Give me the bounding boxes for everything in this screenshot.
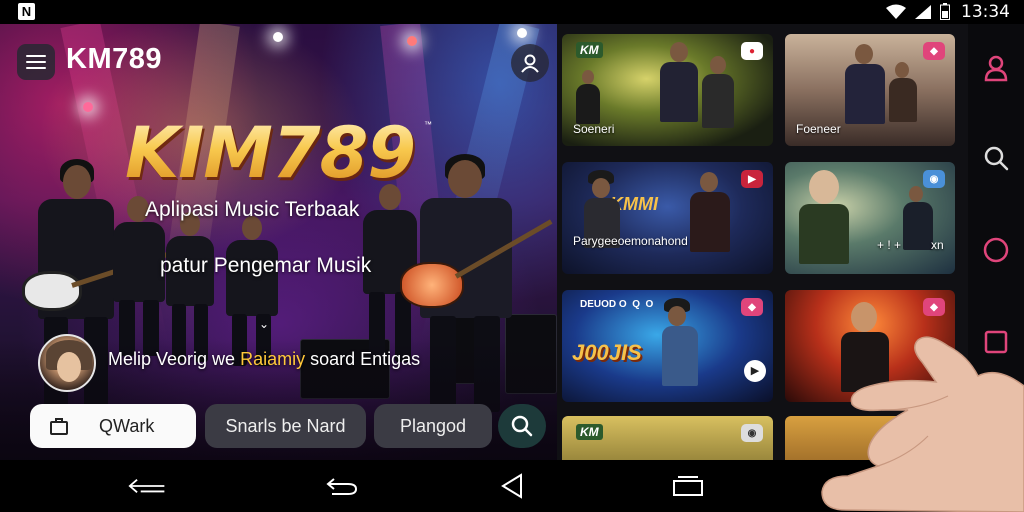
assistant-icon [861,473,883,494]
profile-button[interactable] [511,44,549,82]
card-badge-icon: ◉ [741,424,763,442]
side-nav-rail [968,24,1024,460]
app-title: KM789 [66,43,162,75]
app-screen: N 13:34 KM789 KIM789 ™ Aplipasi Music Te… [0,0,1024,512]
card-badge-icon: ◉ [923,170,945,188]
work-button[interactable]: QWark [30,404,196,448]
wifi-icon [886,4,906,19]
gallery-card[interactable]: ◆ Foeneer [785,34,955,146]
rail-home-button[interactable] [982,236,1010,264]
snarls-button[interactable]: Snarls be Nard [205,404,366,448]
undo-button[interactable] [322,472,362,500]
back-swipe-button[interactable] [128,472,168,500]
hero-tagline: Aplipasi Music Terbaak [145,198,360,221]
gallery-card[interactable]: KM ● Soeneri [562,34,773,146]
play-icon: ▶ [744,360,766,382]
gallery-card[interactable]: ◉ + ! + xn [785,162,955,274]
card-title-text: J00JIS [572,340,642,365]
rail-search-button[interactable] [982,144,1010,172]
user-outline-icon [984,55,1008,82]
status-bar: N 13:34 [0,0,1024,24]
stage-spotlight [407,36,417,46]
stage-spotlight [273,32,283,42]
card-badge-icon: ◆ [923,298,945,316]
assistant-button[interactable] [852,472,892,500]
hero-banner [0,24,557,460]
square-icon [984,330,1008,354]
back-triangle-icon [501,473,522,499]
search-button[interactable] [498,404,546,448]
guitar [22,271,82,311]
circle-icon [983,237,1009,263]
guitar [400,262,464,308]
card-logo-badge: KM [576,42,603,58]
recents-icon [673,476,703,496]
video-gallery: KM ● Soeneri ◆ Foeneer ▶ KMMI Parygeeoem… [557,24,968,460]
search-icon [511,415,533,437]
gallery-card[interactable]: ◉ [785,416,955,460]
system-nav-bar [0,460,1024,512]
recents-button[interactable] [668,472,708,500]
gallery-card[interactable]: ◆ [785,290,955,402]
hamburger-icon [26,55,46,57]
stage-spotlight [83,102,93,112]
work-label: QWark [99,415,155,436]
stage-spotlight [517,28,527,38]
bag-icon [50,418,68,435]
avatar[interactable] [38,334,96,392]
back-button[interactable] [492,472,532,500]
rail-profile-button[interactable] [982,54,1010,82]
battery-icon [940,3,950,20]
search-icon [984,146,1009,171]
status-icons [886,3,950,20]
gallery-card[interactable]: ▶ KMMI Parygeeoemonahond [562,162,773,274]
user-icon [521,54,539,73]
card-badge-icon: ◆ [741,298,763,316]
card-caption: Foeneer [796,122,841,136]
clock: 13:34 [961,2,1010,22]
card-logo-badge: KM [576,424,603,440]
gallery-card[interactable]: KM ◉ [562,416,773,460]
card-badge-icon: ● [741,42,763,60]
card-badge-icon: ◆ [923,42,945,60]
plang-button[interactable]: Plangod [374,404,492,448]
undo-icon [326,478,358,495]
card-caption: Parygeeoemonahond [573,234,688,248]
card-caption: Soeneri [573,122,615,136]
hero-subtagline: patur Pengemar Musik [160,254,372,277]
back-swipe-icon [128,478,165,494]
card-caption: + ! + xn [877,238,944,252]
card-badge-icon: ▶ [741,170,763,188]
hero-caption: Melip Veorig we Raiamiy soard Entigas [108,349,421,369]
app-notification-icon: N [18,3,35,20]
trademark-mark: ™ [424,120,432,129]
card-logo-badge: DEUOD O Q O [580,299,654,310]
card-badge-icon: ◉ [923,424,945,442]
chevron-down-icon[interactable]: ⌄ [259,317,269,331]
gallery-card[interactable]: DEUOD O Q O ◆ J00JIS ▶ [562,290,773,402]
hero-logo: KIM789 [125,112,416,194]
signal-icon [915,4,931,19]
menu-button[interactable] [17,44,55,80]
rail-recents-button[interactable] [982,328,1010,356]
